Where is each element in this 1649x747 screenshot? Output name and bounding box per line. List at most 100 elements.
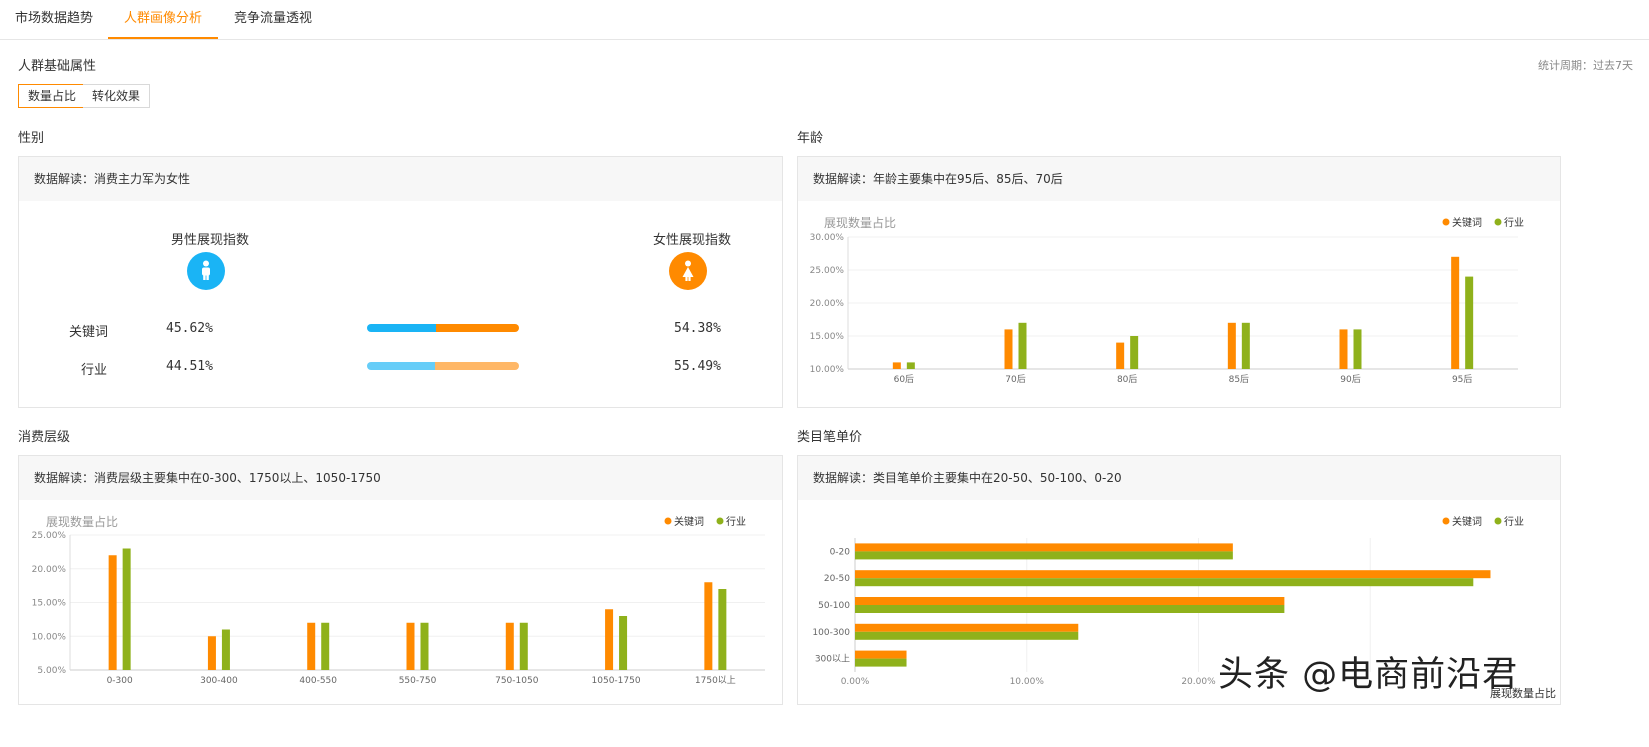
legend-keyword-label: 关键词 — [1452, 216, 1482, 229]
bar-keyword-70后 — [1004, 329, 1013, 369]
x-tick-label: 85后 — [1229, 374, 1249, 385]
x-tick-label: 95后 — [1452, 374, 1472, 385]
gender-row-label-keyword: 关键词 — [69, 325, 109, 340]
legend-industry-marker — [1494, 218, 1502, 226]
gender-insight: 数据解读：消费主力军为女性 — [19, 157, 782, 201]
y-tick-label: 15.00% — [810, 332, 845, 342]
bar-keyword-60后 — [892, 362, 901, 369]
x-tick-label: 0.00% — [841, 677, 870, 687]
male-person-icon — [187, 252, 225, 290]
watermark: 头条 @电商前沿君 — [1218, 655, 1519, 695]
x-tick-label: 1050-1750 — [592, 676, 641, 686]
y-tick-label: 20-50 — [824, 574, 850, 584]
x-tick-label: 0-300 — [107, 676, 133, 686]
legend-industry-marker — [1494, 517, 1502, 525]
consumption-bar-chart: 展现数量占比 关键词 行业 5.00% 10.00% 15.00% 20.00% 25.00%… — [32, 514, 765, 686]
bar-industry-1750以上 — [718, 589, 727, 670]
gender-ratio-bar-industry — [367, 362, 519, 370]
bar-industry-400-550 — [321, 622, 330, 670]
age-card: 数据解读：年龄主要集中在95后、85后、70后 展现数量占比 关键词 行业 10.00… — [797, 156, 1561, 408]
x-tick-label: 80后 — [1117, 374, 1137, 385]
toggle-quantity-share[interactable]: 数量占比 — [18, 84, 87, 108]
age-bar-chart: 展现数量占比 关键词 行业 10.00% 15.00% 20.00% 25.00% 30.00… — [810, 215, 1524, 385]
bar-industry-0-300 — [122, 548, 131, 670]
legend-industry-label: 行业 — [1504, 515, 1524, 528]
legend-keyword-label: 关键词 — [1452, 515, 1482, 528]
bar-keyword-80后 — [1116, 342, 1125, 369]
bar-industry-300-400 — [221, 629, 230, 670]
bar-keyword-95后 — [1451, 256, 1460, 369]
legend-industry-marker — [716, 517, 724, 525]
female-index-label: 女性展现指数 — [653, 233, 732, 248]
consumption-title: 消费层级 — [18, 430, 71, 445]
legend-keyword-marker — [664, 517, 672, 525]
y-tick-label: 10.00% — [32, 632, 67, 642]
gender-ratio-bar-keyword — [367, 324, 519, 332]
y-tick-label: 100-300 — [812, 628, 850, 638]
bar-keyword-85后 — [1227, 322, 1236, 369]
price-title: 类目笔单价 — [797, 430, 863, 445]
male-index-label: 男性展现指数 — [171, 233, 250, 248]
bar-keyword-300-400 — [207, 636, 216, 670]
y-tick-label: 50-100 — [818, 601, 850, 611]
y-tick-label: 300以上 — [815, 654, 850, 665]
bar-keyword-100-300 — [855, 623, 1079, 632]
legend-keyword-marker — [1442, 218, 1450, 226]
y-tick-label: 25.00% — [32, 531, 67, 541]
bar-industry-50-100 — [855, 605, 1285, 613]
bar-keyword-1750以上 — [704, 582, 713, 670]
x-tick-label: 70后 — [1005, 374, 1025, 385]
bar-keyword-20-50 — [855, 570, 1491, 579]
gender-row-label-industry: 行业 — [81, 363, 108, 378]
y-tick-label: 5.00% — [37, 666, 66, 676]
age-insight: 数据解读：年龄主要集中在95后、85后、70后 — [798, 157, 1560, 201]
y-axis-title: 展现数量占比 — [46, 514, 118, 529]
top-tab-bar: 市场数据趋势 人群画像分析 竞争流量透视 — [0, 0, 1649, 40]
legend-keyword-label: 关键词 — [674, 515, 704, 528]
price-insight: 数据解读：类目笔单价主要集中在20-50、50-100、0-20 — [798, 456, 1560, 500]
bar-industry-20-50 — [855, 578, 1474, 587]
y-tick-label: 20.00% — [810, 299, 845, 309]
female-share-segment — [434, 362, 519, 370]
bar-industry-60后 — [906, 362, 915, 369]
y-tick-label: 25.00% — [810, 266, 845, 276]
bar-keyword-0-20 — [855, 543, 1233, 552]
bar-keyword-400-550 — [307, 622, 316, 670]
x-tick-label: 300-400 — [200, 676, 238, 686]
bar-industry-90后 — [1353, 329, 1362, 369]
female-industry-value: 55.49% — [674, 359, 721, 374]
bar-industry-85后 — [1241, 322, 1250, 369]
gender-card: 数据解读：消费主力军为女性 男性展现指数 女性展现指数 关键词 45.62% 5… — [18, 156, 783, 408]
bar-keyword-0-300 — [108, 555, 117, 670]
x-tick-label: 90后 — [1340, 374, 1360, 385]
age-title: 年龄 — [797, 131, 824, 146]
tab-crowd-portrait[interactable]: 人群画像分析 — [108, 0, 218, 39]
x-tick-label: 10.00% — [1010, 677, 1045, 687]
bar-keyword-750-1050 — [505, 622, 514, 670]
x-tick-label: 550-750 — [399, 676, 437, 686]
tab-competition-traffic[interactable]: 竞争流量透视 — [226, 0, 320, 37]
toggle-conversion[interactable]: 转化效果 — [83, 84, 151, 108]
bar-keyword-50-100 — [855, 597, 1285, 605]
bar-industry-1050-1750 — [619, 616, 628, 670]
male-industry-value: 44.51% — [166, 359, 213, 374]
bar-keyword-550-750 — [406, 622, 415, 670]
y-tick-label: 15.00% — [32, 599, 67, 609]
female-keyword-value: 54.38% — [674, 321, 721, 336]
bar-keyword-1050-1750 — [605, 609, 614, 670]
section-title: 人群基础属性 — [18, 59, 97, 74]
bar-industry-95后 — [1465, 276, 1474, 369]
x-tick-label: 400-550 — [299, 676, 337, 686]
y-tick-label: 30.00% — [810, 233, 845, 243]
y-tick-label: 20.00% — [32, 565, 67, 575]
y-axis-title: 展现数量占比 — [824, 215, 896, 230]
legend-industry-label: 行业 — [726, 515, 746, 528]
legend-industry-label: 行业 — [1504, 216, 1524, 229]
x-tick-label: 1750以上 — [695, 675, 736, 686]
bar-industry-80后 — [1130, 336, 1139, 369]
female-person-icon — [669, 252, 707, 290]
tab-market-trend[interactable]: 市场数据趋势 — [10, 0, 98, 37]
bar-industry-550-750 — [420, 622, 429, 670]
legend-keyword-marker — [1442, 517, 1450, 525]
bar-industry-0-20 — [855, 551, 1233, 560]
